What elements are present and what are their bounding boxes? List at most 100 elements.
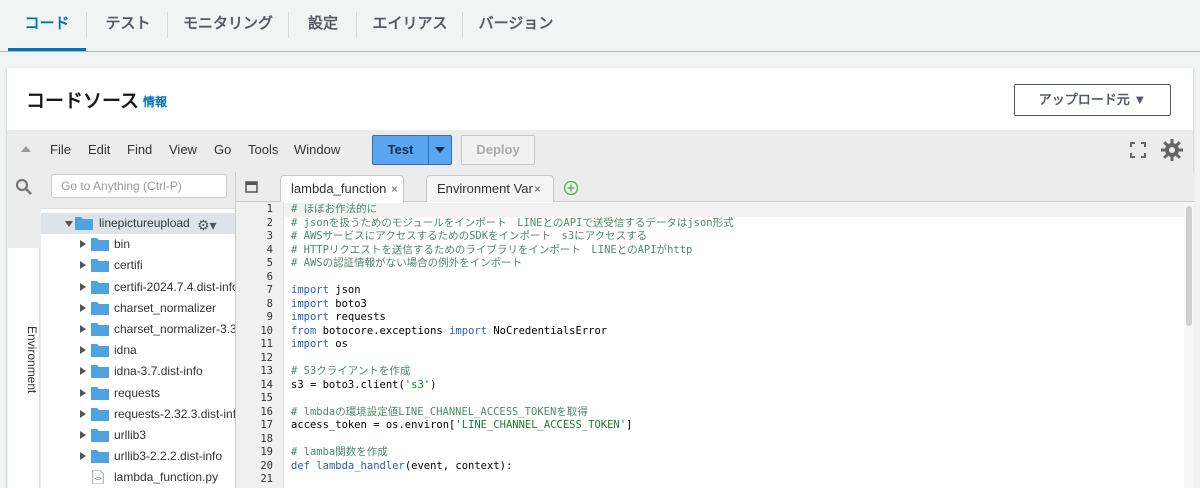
gear-icon[interactable]: [1160, 138, 1184, 162]
upload-from-button[interactable]: アップロード元 ▼: [1014, 84, 1171, 116]
expand-right-icon[interactable]: [80, 409, 86, 418]
tree-folder-item[interactable]: certifi-2024.7.4.dist-info: [41, 277, 239, 298]
tab-versions[interactable]: バージョン: [464, 0, 568, 51]
code-token: # AWSの認証情報がない場合の例外をインポート: [291, 257, 523, 269]
code-token: import: [291, 311, 329, 323]
tree-folder-item[interactable]: urllib3-2.2.2.dist-info: [41, 446, 235, 467]
tab-settings[interactable]: 設定: [290, 0, 356, 51]
tree-file-item[interactable]: <> lambda_function.py: [41, 467, 235, 488]
ide-side-strip: Environment: [7, 172, 41, 488]
tree-folder-item[interactable]: charset_normalizer: [41, 298, 235, 319]
code-token: lambda_handler: [316, 459, 405, 472]
folder-icon: [91, 259, 109, 273]
expand-right-icon[interactable]: [80, 261, 86, 270]
tab-divider: [288, 12, 289, 38]
expand-right-icon[interactable]: [80, 431, 86, 439]
expand-right-icon[interactable]: [80, 303, 86, 312]
search-icon[interactable]: [15, 178, 33, 196]
tree-root-label: linepictureupload: [99, 216, 190, 230]
expand-right-icon[interactable]: [80, 240, 86, 249]
tab-list-icon[interactable]: [245, 180, 259, 194]
line-number: 21: [260, 473, 273, 485]
tree-item-label: idna-3.7.dist-info: [114, 364, 203, 379]
line-number: 11: [260, 338, 273, 350]
line-number-gutter: 1 2 3 4 5 6 7 8 9 10 11 12 13 14 15 16 17 18 19 20 21: [236, 202, 284, 488]
goto-anything-input[interactable]: Go to Anything (Ctrl-P): [51, 174, 227, 198]
test-button[interactable]: Test: [372, 135, 452, 165]
editor-tab-lambda-function[interactable]: lambda_function ×: [280, 175, 404, 203]
menu-window[interactable]: Window: [294, 142, 340, 157]
ide-menu-bar: File Edit Find View Go Tools Window Test…: [7, 130, 1193, 172]
code-token: import: [291, 284, 329, 296]
menu-edit[interactable]: Edit: [88, 142, 110, 157]
close-icon[interactable]: ×: [534, 176, 541, 202]
tree-item-label: charset_normalizer: [114, 300, 217, 315]
editor-tab-environment-var[interactable]: Environment Var ×: [426, 175, 554, 202]
folder-icon: [91, 407, 109, 421]
menu-file[interactable]: File: [50, 142, 71, 157]
tree-item-label: bin: [114, 237, 131, 252]
expand-right-icon[interactable]: [80, 346, 86, 355]
code-token: # HTTPリクエストを送信するためのライブラリをインポート LINEとのAPI…: [291, 243, 693, 256]
code-token: boto3: [328, 297, 367, 310]
environment-tab[interactable]: Environment: [8, 248, 40, 488]
expand-down-icon[interactable]: [65, 221, 73, 227]
test-button-label[interactable]: Test: [373, 136, 429, 164]
code-line: # lamba関数を作成: [291, 446, 388, 460]
expand-right-icon[interactable]: [80, 388, 86, 397]
tree-folder-item[interactable]: charset_normalizer-3.3.2: [41, 319, 247, 340]
expand-right-icon[interactable]: [80, 452, 86, 461]
tab-divider: [462, 12, 463, 38]
add-tab-icon[interactable]: [563, 180, 579, 196]
line-number: 10: [260, 324, 273, 337]
folder-icon: [91, 365, 109, 379]
tab-code[interactable]: コード: [8, 0, 86, 51]
tree-item-label: idna: [114, 343, 137, 358]
folder-icon: [91, 450, 109, 464]
code-line: # ほぼお作法的に: [291, 203, 377, 217]
code-token: requests: [328, 311, 386, 323]
collapse-icon[interactable]: [21, 146, 31, 152]
tree-folder-item[interactable]: bin: [41, 234, 235, 255]
menu-view[interactable]: View: [169, 142, 197, 157]
code-line: # AWSサービスにアクセスするためのSDKをインポート s3にアクセスする: [291, 230, 647, 244]
line-number: 19: [260, 446, 273, 458]
line-number: 4: [266, 243, 273, 256]
tree-folder-item[interactable]: requests: [41, 383, 235, 404]
tree-folder-item[interactable]: urllib3: [41, 425, 235, 446]
line-number: 6: [266, 270, 273, 283]
fullscreen-icon[interactable]: [1130, 142, 1146, 158]
expand-right-icon[interactable]: [80, 282, 86, 291]
tree-folder-item[interactable]: certifi: [41, 255, 235, 276]
tab-divider: [86, 12, 87, 38]
code-token: s3 = boto3.client(: [291, 378, 405, 391]
editor-scrollbar[interactable]: [1184, 202, 1194, 488]
line-number: 9: [266, 311, 273, 323]
tree-folder-item[interactable]: idna: [41, 340, 235, 361]
function-tab-bar: コード テスト モニタリング 設定 エイリアス バージョン: [0, 0, 1200, 52]
tab-test[interactable]: テスト: [90, 0, 166, 51]
file-tree-pane: Go to Anything (Ctrl-P) linepictureuploa…: [41, 172, 247, 488]
scrollbar-thumb[interactable]: [1186, 206, 1192, 326]
tree-folder-item[interactable]: requests-2.32.3.dist-info: [41, 404, 243, 425]
tree-root-folder[interactable]: linepictureupload ⚙▾: [41, 213, 235, 234]
info-link[interactable]: 情報: [143, 93, 167, 110]
expand-right-icon[interactable]: [80, 325, 86, 333]
close-icon[interactable]: ×: [391, 176, 398, 202]
menu-go[interactable]: Go: [214, 142, 231, 157]
tab-monitoring[interactable]: モニタリング: [170, 0, 286, 51]
code-area[interactable]: # ほぼお作法的に # jsonを扱うためのモジュールをインポート LINEとのA…: [284, 202, 1184, 488]
code-token: import: [291, 297, 329, 310]
tab-aliases[interactable]: エイリアス: [358, 0, 462, 51]
code-line: import os: [291, 338, 348, 352]
menu-find[interactable]: Find: [127, 142, 152, 157]
panel-title: コードソース: [26, 91, 140, 112]
expand-right-icon[interactable]: [80, 367, 86, 376]
tree-item-label: certifi-2024.7.4.dist-info: [114, 279, 239, 294]
tree-settings-icon[interactable]: ⚙▾: [197, 215, 221, 233]
test-dropdown-icon[interactable]: [435, 147, 445, 153]
python-file-icon: <>: [92, 470, 104, 485]
menu-tools[interactable]: Tools: [248, 142, 278, 157]
tree-folder-item[interactable]: idna-3.7.dist-info: [41, 361, 235, 382]
deploy-button[interactable]: Deploy: [461, 135, 535, 165]
